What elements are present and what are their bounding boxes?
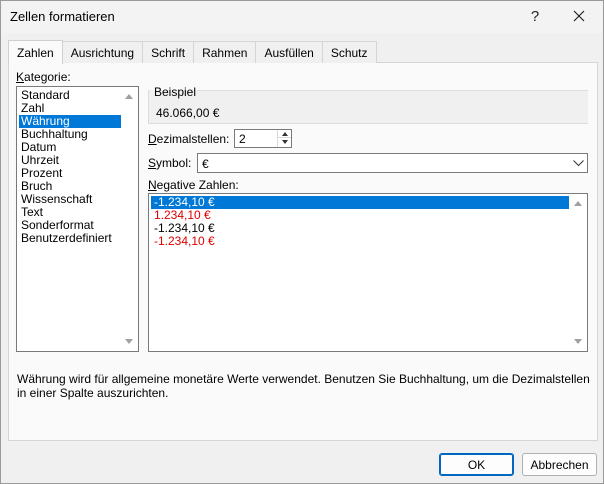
symbol-label: Symbol: xyxy=(148,156,192,170)
scroll-down-icon[interactable] xyxy=(125,339,133,344)
symbol-value: € xyxy=(202,157,209,171)
dialog-title: Zellen formatieren xyxy=(10,9,115,24)
scroll-down-icon[interactable] xyxy=(574,339,582,344)
category-listbox[interactable]: Standard Zahl Währung Buchhaltung Datum … xyxy=(16,86,139,352)
sample-label: Beispiel xyxy=(154,85,197,99)
format-description: Währung wird für allgemeine monetäre Wer… xyxy=(17,372,590,400)
spin-up-button[interactable] xyxy=(278,130,291,138)
symbol-dropdown-button[interactable] xyxy=(569,154,587,172)
help-icon: ? xyxy=(530,7,540,25)
decimals-value[interactable]: 2 xyxy=(239,132,246,146)
decimals-spinner[interactable]: 2 xyxy=(234,129,292,148)
negative-numbers-listbox[interactable]: -1.234,10 € 1.234,10 € -1.234,10 € -1.23… xyxy=(148,193,588,352)
sample-value: 46.066,00 € xyxy=(156,106,220,120)
negative-item-1[interactable]: -1.234,10 € xyxy=(151,196,569,209)
format-cells-dialog: Zellen formatieren ? Zahlen Ausrichtung … xyxy=(0,0,604,484)
decimals-spin-buttons xyxy=(277,130,291,147)
category-label: Kategorie: xyxy=(16,70,71,84)
category-scrollbar[interactable] xyxy=(121,87,138,351)
negative-item-4[interactable]: -1.234,10 € xyxy=(151,235,569,248)
close-icon xyxy=(573,10,585,22)
tab-ausfuellen[interactable]: Ausfüllen xyxy=(255,41,323,63)
tab-strip: Zahlen Ausrichtung Schrift Rahmen Ausfül… xyxy=(8,40,377,64)
tab-schrift[interactable]: Schrift xyxy=(142,41,195,63)
tab-schutz[interactable]: Schutz xyxy=(321,41,377,63)
negative-scrollbar[interactable] xyxy=(570,194,587,351)
tab-rahmen[interactable]: Rahmen xyxy=(193,41,257,63)
cancel-button[interactable]: Abbrechen xyxy=(522,453,597,476)
close-button[interactable] xyxy=(557,1,601,31)
ok-button[interactable]: OK xyxy=(439,453,514,476)
spin-down-button[interactable] xyxy=(278,138,291,146)
scroll-up-icon[interactable] xyxy=(574,201,582,206)
help-button[interactable]: ? xyxy=(513,1,557,31)
negative-label: Negative Zahlen: xyxy=(148,178,239,192)
category-item-benutzerdefiniert[interactable]: Benutzerdefiniert xyxy=(19,232,121,245)
decimals-label: Dezimalstellen: xyxy=(148,132,230,146)
arrow-down-icon xyxy=(281,140,288,144)
arrow-up-icon xyxy=(281,131,288,136)
scroll-up-icon[interactable] xyxy=(125,94,133,99)
chevron-down-icon xyxy=(572,159,584,166)
title-bar: Zellen formatieren ? xyxy=(1,1,603,33)
symbol-combobox[interactable]: € xyxy=(197,153,588,173)
tab-ausrichtung[interactable]: Ausrichtung xyxy=(61,41,144,63)
sample-group-border xyxy=(197,90,588,91)
tab-zahlen[interactable]: Zahlen xyxy=(8,40,63,64)
